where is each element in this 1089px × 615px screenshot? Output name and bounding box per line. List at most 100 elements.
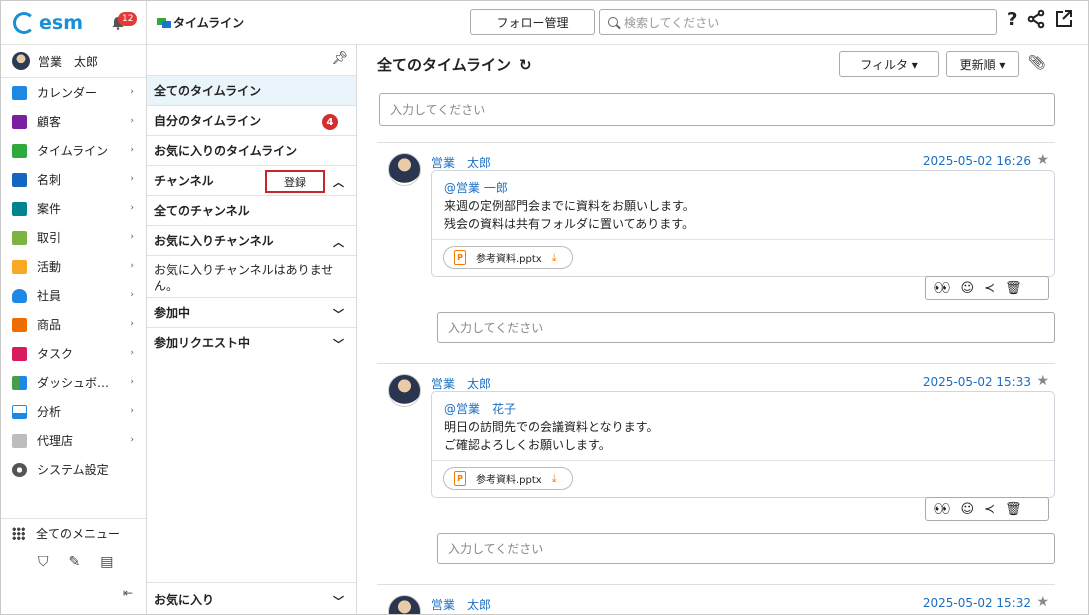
attachment-icon[interactable]: 📎︎	[1028, 55, 1046, 71]
favorite-channels-header[interactable]: お気に入りチャンネル ︿	[147, 225, 356, 255]
reply-input[interactable]: 入力してください	[437, 533, 1055, 564]
nav-my-timeline[interactable]: 自分のタイムライン 4	[147, 105, 356, 135]
sidebar-item-activity[interactable]: 活動 ›	[1, 252, 146, 281]
joined-channels-header[interactable]: 参加中 ﹀	[147, 297, 356, 327]
avatar[interactable]	[388, 374, 421, 407]
post-author[interactable]: 営業 太郎	[431, 596, 491, 613]
sidebar-item-agency[interactable]: 代理店 ›	[1, 426, 146, 455]
calendar-icon	[12, 85, 27, 100]
timeline-nav: 📌︎ 全てのタイムライン 自分のタイムライン 4 お気に入りのタイムライン チャ…	[147, 45, 357, 614]
manual-icon[interactable]: ⛉	[38, 554, 49, 570]
sidebar-item-product[interactable]: 商品 ›	[1, 310, 146, 339]
post-date[interactable]: 2025-05-02 16:26	[923, 154, 1031, 168]
logo[interactable]: esm 12	[1, 1, 146, 45]
share-icon[interactable]	[1027, 9, 1045, 29]
open-external-icon[interactable]	[1055, 9, 1073, 29]
sidebar-item-business-card[interactable]: 名刺 ›	[1, 165, 146, 194]
chevron-up-icon[interactable]: ︿	[333, 174, 344, 190]
favorites-header[interactable]: お気に入り ﹀	[147, 582, 356, 614]
refresh-icon[interactable]: ↻	[519, 56, 532, 74]
sidebar-item-label: システム設定	[37, 463, 109, 477]
collapse-sidebar-icon[interactable]: ⇤	[123, 586, 133, 600]
chevron-up-icon[interactable]: ︿	[333, 234, 344, 250]
sidebar-item-deal[interactable]: 取引 ›	[1, 223, 146, 252]
mention[interactable]: @営業 一郎	[444, 179, 508, 196]
building-icon	[12, 114, 27, 129]
follow-management-button[interactable]: フォロー管理	[470, 9, 595, 35]
avatar[interactable]	[388, 595, 421, 614]
nav-all-timeline[interactable]: 全てのタイムライン	[147, 75, 356, 105]
reply-input[interactable]: 入力してください	[437, 312, 1055, 343]
sidebar-item-label: 商品	[37, 318, 62, 332]
attachment-chip[interactable]: P 参考資料.pptx ⤓	[443, 246, 573, 269]
sidebar-item-system-settings[interactable]: システム設定	[1, 455, 146, 484]
product-icon	[12, 317, 27, 332]
nav-all-channels[interactable]: 全てのチャンネル	[147, 195, 356, 225]
star-icon[interactable]: ★	[1036, 373, 1049, 389]
attachment-chip[interactable]: P 参考資料.pptx ⤓	[443, 467, 573, 490]
all-menu-button[interactable]: 全てのメニュー	[1, 518, 146, 547]
chevron-right-icon: ›	[130, 348, 134, 358]
sort-select[interactable]: 更新順 ▾	[946, 51, 1019, 77]
post-body: @営業 一郎 来週の定例部門会までに資料をお願いします。 残会の資料は共有フォル…	[431, 170, 1055, 277]
sidebar-item-calendar[interactable]: カレンダー ›	[1, 78, 146, 107]
notification-badge: 12	[118, 12, 138, 26]
sidebar-item-dashboard[interactable]: ダッシュボ… ›	[1, 368, 146, 397]
chevron-right-icon: ›	[130, 261, 134, 271]
film-icon[interactable]: ▤	[100, 554, 113, 570]
agency-icon	[12, 433, 27, 448]
post-author[interactable]: 営業 太郎	[431, 154, 491, 171]
sidebar-item-timeline[interactable]: タイムライン ›	[1, 136, 146, 165]
download-icon[interactable]: ⤓	[552, 251, 557, 265]
requested-channels-header[interactable]: 参加リクエスト中 ﹀	[147, 327, 356, 357]
sidebar-item-employee[interactable]: 社員 ›	[1, 281, 146, 310]
sidebar-item-analysis[interactable]: 分析 ›	[1, 397, 146, 426]
avatar[interactable]	[388, 153, 421, 186]
chevron-right-icon: ›	[130, 174, 134, 184]
channel-header[interactable]: チャンネル 登録 ︿	[147, 165, 356, 195]
mention[interactable]: @営業 花子	[444, 400, 516, 417]
register-channel-button[interactable]: 登録	[265, 170, 325, 193]
chevron-down-icon[interactable]: ﹀	[333, 593, 344, 609]
eyes-icon[interactable]: 👀︎	[934, 281, 951, 296]
chevron-down-icon[interactable]: ﹀	[333, 336, 344, 352]
eyes-icon[interactable]: 👀︎	[934, 502, 951, 517]
trash-icon[interactable]: 🗑︎	[1005, 502, 1022, 517]
sidebar-item-task[interactable]: タスク ›	[1, 339, 146, 368]
star-icon[interactable]: ★	[1036, 152, 1049, 168]
timeline-feed: 全てのタイムライン ↻ フィルタ ▾ 更新順 ▾ 📎︎ 入力してください 営業 …	[358, 45, 1088, 614]
wrench-icon[interactable]: ✎	[69, 554, 81, 570]
star-icon[interactable]: ★	[1036, 594, 1049, 610]
unread-badge: 4	[322, 114, 338, 130]
help-icon[interactable]: ?	[1007, 9, 1017, 30]
divider	[377, 584, 1055, 585]
post-author[interactable]: 営業 太郎	[431, 375, 491, 392]
sidebar-item-project[interactable]: 案件 ›	[1, 194, 146, 223]
add-reaction-icon[interactable]: ☺	[961, 281, 975, 296]
share-icon[interactable]: ≺	[984, 281, 995, 296]
divider	[432, 460, 1054, 461]
requests-label: 参加リクエスト中	[154, 336, 251, 350]
chevron-right-icon: ›	[130, 406, 134, 416]
chevron-right-icon: ›	[130, 145, 134, 155]
task-icon	[12, 346, 27, 361]
pin-icon[interactable]: 📌︎	[147, 45, 356, 75]
sidebar-item-customer[interactable]: 顧客 ›	[1, 107, 146, 136]
page-title: タイムライン	[173, 16, 245, 30]
nav-favorite-timeline[interactable]: お気に入りのタイムライン	[147, 135, 356, 165]
search-input[interactable]: 検索してください	[599, 9, 997, 35]
person-icon	[12, 288, 27, 303]
post-date[interactable]: 2025-05-02 15:32	[923, 596, 1031, 610]
filter-button[interactable]: フィルタ ▾	[839, 51, 939, 77]
chevron-down-icon[interactable]: ﹀	[333, 306, 344, 322]
post-date[interactable]: 2025-05-02 15:33	[923, 375, 1031, 389]
user-profile[interactable]: 営業 太郎	[1, 45, 146, 78]
add-reaction-icon[interactable]: ☺	[961, 502, 975, 517]
share-icon[interactable]: ≺	[984, 502, 995, 517]
chevron-right-icon: ›	[130, 435, 134, 445]
channel-label: チャンネル	[154, 174, 214, 188]
new-post-input[interactable]: 入力してください	[379, 93, 1055, 126]
trash-icon[interactable]: 🗑︎	[1005, 281, 1022, 296]
download-icon[interactable]: ⤓	[552, 472, 557, 486]
timeline-icon	[12, 143, 27, 158]
